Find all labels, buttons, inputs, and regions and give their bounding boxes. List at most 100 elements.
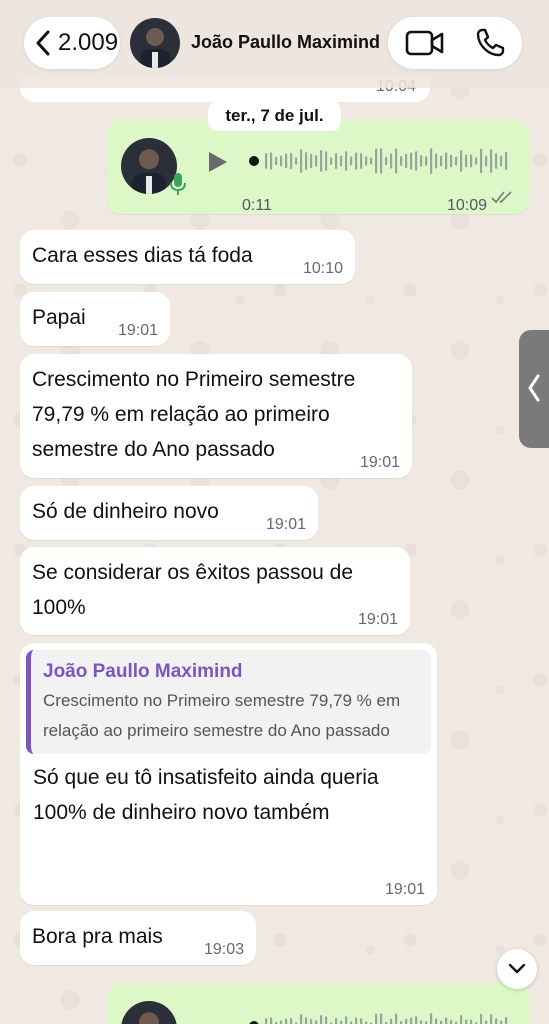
message-bubble[interactable]: Cara esses dias tá foda 10:10 bbox=[20, 230, 355, 284]
message-text: Cara esses dias tá foda bbox=[32, 244, 253, 267]
waveform-bar bbox=[490, 149, 493, 173]
voice-duration: 0:11 bbox=[242, 197, 272, 214]
waveform-bar bbox=[280, 1020, 283, 1024]
waveform-bar bbox=[345, 1016, 348, 1024]
waveform-bar bbox=[505, 151, 508, 171]
phone-icon[interactable] bbox=[474, 27, 506, 59]
waveform-bar bbox=[270, 1017, 273, 1024]
quoted-author: João Paullo Maximind bbox=[43, 661, 243, 682]
message-time: 19:01 bbox=[384, 881, 425, 898]
waveform-bar bbox=[405, 1018, 408, 1024]
waveform-bar bbox=[420, 155, 423, 167]
waveform-bar bbox=[385, 156, 388, 166]
waveform-bar bbox=[290, 1017, 293, 1024]
waveform-bar bbox=[355, 1017, 358, 1024]
audio-waveform[interactable] bbox=[249, 144, 511, 178]
waveform-bar bbox=[415, 1016, 418, 1024]
message-time: 10:10 bbox=[302, 260, 343, 277]
reply-message-bubble[interactable]: João Paullo Maximind Crescimento no Prim… bbox=[20, 643, 437, 905]
waveform-bar bbox=[465, 1019, 468, 1024]
waveform-bar bbox=[340, 155, 343, 167]
video-call-icon[interactable] bbox=[405, 29, 445, 57]
waveform-bar bbox=[450, 154, 453, 168]
back-button[interactable]: 2.009 bbox=[24, 17, 120, 69]
message-text: Crescimento no Primeiro semestre 79,79 %… bbox=[32, 368, 356, 461]
waveform-bar bbox=[425, 156, 428, 166]
waveform-bar bbox=[390, 1018, 393, 1024]
waveform-bar bbox=[265, 1018, 268, 1024]
waveform-bar bbox=[480, 148, 483, 174]
waveform-bar bbox=[430, 148, 433, 174]
waveform-bar bbox=[485, 155, 488, 167]
message-text: Só que eu tô insatisfeito ainda queria 1… bbox=[33, 766, 379, 824]
mic-icon bbox=[170, 173, 186, 195]
waveform-bar bbox=[410, 152, 413, 170]
side-panel-tab[interactable] bbox=[519, 330, 549, 448]
waveform-bar bbox=[285, 1018, 288, 1024]
waveform-bar bbox=[335, 1018, 338, 1024]
contact-avatar[interactable] bbox=[130, 18, 180, 68]
message-time: 19:03 bbox=[203, 941, 244, 958]
waveform-bar bbox=[435, 153, 438, 169]
waveform-bar bbox=[390, 153, 393, 169]
date-separator: ter., 7 de jul. bbox=[208, 101, 341, 131]
chevron-down-icon bbox=[508, 963, 526, 974]
waveform-bar bbox=[445, 152, 448, 170]
waveform-bar bbox=[495, 1018, 498, 1024]
waveform-bar bbox=[335, 153, 338, 169]
waveform-bar bbox=[295, 157, 298, 165]
waveform-bar bbox=[270, 152, 273, 170]
message-time: 19:01 bbox=[359, 454, 400, 471]
waveform-bar bbox=[280, 155, 283, 167]
waveform-bar bbox=[285, 153, 288, 169]
waveform-bar bbox=[395, 148, 398, 174]
waveform-bar bbox=[470, 154, 473, 168]
quoted-message[interactable]: João Paullo Maximind Crescimento no Prim… bbox=[26, 650, 431, 754]
waveform-bar bbox=[380, 148, 383, 174]
waveform-bar bbox=[460, 150, 463, 172]
waveform-bar bbox=[305, 1017, 308, 1024]
waveform-bar bbox=[430, 1013, 433, 1024]
waveform-bar bbox=[305, 152, 308, 170]
sender-avatar bbox=[121, 1001, 177, 1024]
call-actions bbox=[388, 17, 522, 69]
waveform-bar bbox=[470, 1019, 473, 1024]
waveform-bar bbox=[455, 156, 458, 166]
scroll-to-bottom-button[interactable] bbox=[497, 949, 537, 989]
message-bubble[interactable]: Só de dinheiro novo 19:01 bbox=[20, 486, 318, 540]
waveform-bar bbox=[360, 153, 363, 169]
message-bubble[interactable]: Bora pra mais 19:03 bbox=[20, 911, 256, 965]
waveform-bar bbox=[290, 152, 293, 170]
waveform-bar bbox=[350, 156, 353, 166]
waveform-bar bbox=[365, 156, 368, 166]
waveform-bar bbox=[395, 1013, 398, 1024]
contact-name[interactable]: João Paullo Maximind bbox=[191, 32, 380, 53]
message-bubble[interactable]: Se considerar os êxitos passou de 100% 1… bbox=[20, 547, 410, 635]
audio-waveform[interactable] bbox=[249, 1009, 511, 1024]
waveform-bar bbox=[265, 153, 268, 169]
waveform-bar bbox=[405, 153, 408, 169]
message-text: Papai bbox=[32, 306, 86, 329]
play-icon[interactable] bbox=[207, 150, 229, 174]
waveform-bar bbox=[465, 154, 468, 168]
message-bubble[interactable]: Crescimento no Primeiro semestre 79,79 %… bbox=[20, 354, 412, 478]
unread-count: 2.009 bbox=[58, 29, 119, 56]
message-text: Bora pra mais bbox=[32, 925, 163, 948]
waveform-bar bbox=[505, 1016, 508, 1024]
message-bubble[interactable]: Papai 19:01 bbox=[20, 292, 170, 346]
waveform-bar bbox=[400, 156, 403, 166]
waveform-bar bbox=[300, 149, 303, 173]
waveform-bar bbox=[415, 151, 418, 171]
waveform-bar bbox=[485, 1020, 488, 1024]
waveform-bar bbox=[500, 1020, 503, 1024]
waveform-bar bbox=[435, 1018, 438, 1024]
message-time: 19:01 bbox=[357, 611, 398, 628]
waveform-bar bbox=[475, 157, 478, 165]
waveform-bar bbox=[420, 1020, 423, 1024]
chevron-left-icon bbox=[36, 30, 50, 56]
waveform-bar bbox=[310, 153, 313, 169]
waveform-bar bbox=[355, 152, 358, 170]
voice-message-partial bbox=[107, 983, 529, 1024]
message-time: 19:01 bbox=[117, 322, 158, 339]
waveform-bar bbox=[460, 1015, 463, 1024]
